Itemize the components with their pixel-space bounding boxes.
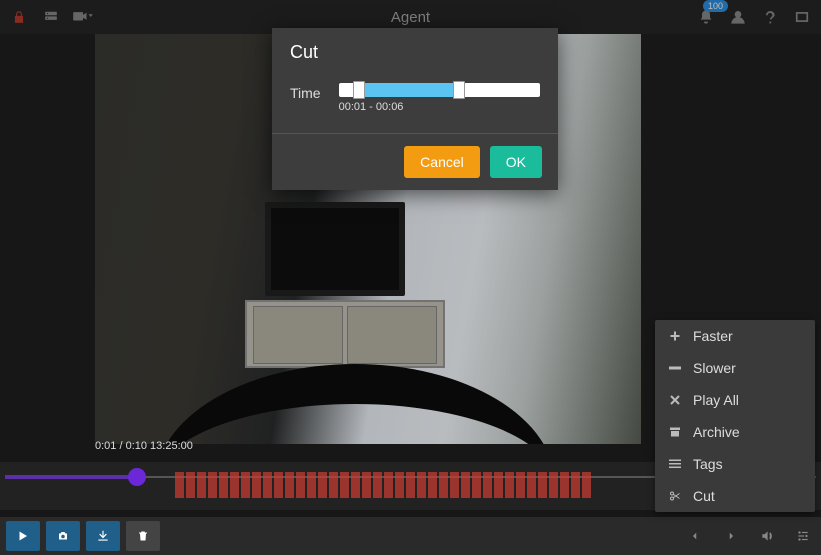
menu-label: Play All (693, 392, 739, 408)
menu-item-cut[interactable]: Cut (655, 480, 815, 512)
x-icon (667, 394, 683, 406)
bottom-controls (0, 517, 821, 555)
archive-icon (667, 426, 683, 438)
cancel-button[interactable]: Cancel (404, 146, 480, 178)
time-label: Time (290, 83, 321, 101)
plus-icon (667, 330, 683, 342)
playhead[interactable] (128, 468, 146, 486)
app-root: Agent 100 0:01 / 0:10 13:25:00 (0, 0, 821, 555)
settings-icon[interactable] (791, 524, 815, 548)
volume-icon[interactable] (755, 524, 779, 548)
menu-item-playall[interactable]: Play All (655, 384, 815, 416)
snapshot-button[interactable] (46, 521, 80, 551)
dialog-title: Cut (272, 28, 558, 73)
motion-bars (175, 472, 641, 498)
menu-label: Faster (693, 328, 733, 344)
prev-icon[interactable] (683, 524, 707, 548)
menu-item-slower[interactable]: Slower (655, 352, 815, 384)
delete-button[interactable] (126, 521, 160, 551)
menu-label: Tags (693, 456, 723, 472)
ok-button[interactable]: OK (490, 146, 542, 178)
minus-icon (667, 366, 683, 370)
menu-label: Archive (693, 424, 740, 440)
slider-fill (357, 83, 457, 97)
range-text: 00:01 - 00:06 (339, 101, 540, 113)
video-time-overlay: 0:01 / 0:10 13:25:00 (95, 440, 193, 452)
menu-label: Slower (693, 360, 736, 376)
slider-handle-start[interactable] (353, 81, 365, 99)
menu-label: Cut (693, 488, 715, 504)
timeline-played (5, 475, 135, 479)
list-icon (667, 458, 683, 470)
next-icon[interactable] (719, 524, 743, 548)
scissors-icon (667, 490, 683, 502)
time-range-slider[interactable] (339, 83, 540, 97)
slider-handle-end[interactable] (453, 81, 465, 99)
context-menu: Faster Slower Play All Archive Tags Cut (655, 320, 815, 512)
play-button[interactable] (6, 521, 40, 551)
menu-item-faster[interactable]: Faster (655, 320, 815, 352)
menu-item-tags[interactable]: Tags (655, 448, 815, 480)
download-button[interactable] (86, 521, 120, 551)
menu-item-archive[interactable]: Archive (655, 416, 815, 448)
cut-dialog: Cut Time 00:01 - 00:06 Cancel OK (272, 28, 558, 190)
